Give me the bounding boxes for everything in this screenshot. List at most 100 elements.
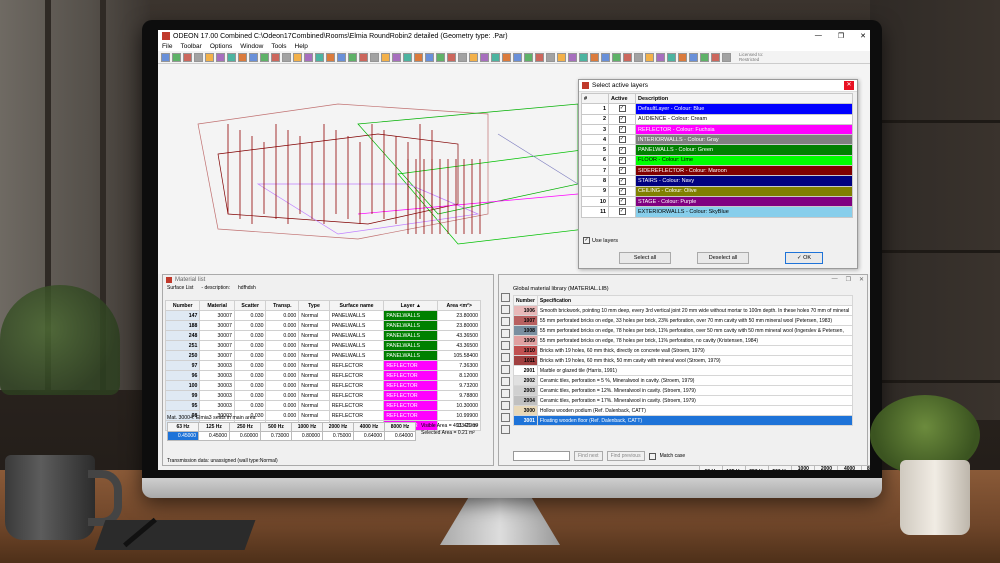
layer-active-checkbox[interactable]: ✓ [618,208,626,216]
menu-window[interactable]: Window [240,43,263,50]
absorption-value[interactable]: 0.80000 [291,431,323,441]
tool-icon[interactable] [501,425,510,434]
toolbar-tool-icon[interactable] [579,52,588,62]
toolbar-tool-icon[interactable] [337,52,346,62]
toolbar-tool-icon[interactable] [403,52,412,62]
absorption-value[interactable]: 0.45000 [167,431,199,441]
surface-row[interactable]: 250 30007 0.030 0.000 Normal PANELWALLS PANELW… [164,350,481,361]
layer-row[interactable]: 3 ✓ REFLECTOR - Colour: Fuchsia [581,123,853,136]
use-layers-option[interactable]: ✓ Use layers [583,237,618,244]
minimize-button[interactable]: — [815,32,822,40]
toolbar-tool-icon[interactable] [590,52,599,62]
toolbar-tool-icon[interactable] [183,52,192,62]
search-input[interactable] [513,451,570,461]
panel-close-icon[interactable]: ✕ [859,276,864,283]
toolbar-tool-icon[interactable] [425,52,434,62]
material-row[interactable]: 3001 Floating wooden floor (Ref. Dalenbac… [513,415,854,426]
tool-icon[interactable] [501,353,510,362]
absorption-value[interactable]: 0.45000 [198,431,230,441]
tool-icon[interactable] [501,389,510,398]
toolbar-tool-icon[interactable] [678,52,687,62]
layer-active-cell[interactable]: ✓ [608,123,636,136]
absorption-value[interactable]: 0.75000 [322,431,354,441]
toolbar-tool-icon[interactable] [359,52,368,62]
surface-row[interactable]: 100 30003 0.030 0.000 Normal REFLECTOR REFLECT… [164,380,481,391]
material-row[interactable]: 2003 Ceramic tiles, perforation = 12%. Mi… [513,385,854,396]
toolbar-tool-icon[interactable] [491,52,500,62]
layer-active-checkbox[interactable]: ✓ [618,177,626,185]
layer-active-cell[interactable]: ✓ [608,113,636,125]
toolbar-tool-icon[interactable] [645,52,654,62]
surface-col-header[interactable]: Area <m²> [437,300,481,311]
toolbar-tool-icon[interactable] [634,52,643,62]
layer-row[interactable]: 4 ✓ INTERIORWALLS - Colour: Gray [581,134,853,146]
layer-active-checkbox[interactable]: ✓ [618,105,626,113]
toolbar-tool-icon[interactable] [458,52,467,62]
tool-icon[interactable] [501,401,510,410]
layer-active-cell[interactable]: ✓ [608,195,636,208]
menu-file[interactable]: File [162,43,172,50]
layer-active-checkbox[interactable]: ✓ [618,198,626,206]
layer-active-cell[interactable]: ✓ [608,103,636,115]
layer-active-cell[interactable]: ✓ [608,175,636,187]
find-next-button[interactable]: Find next [574,451,603,461]
toolbar-tool-icon[interactable] [260,52,269,62]
tool-icon[interactable] [501,293,510,302]
panel-minimize-icon[interactable]: — [832,276,838,283]
ok-button[interactable]: ✓ OK [785,252,823,264]
surface-col-header[interactable]: Surface name [328,300,385,311]
layer-row[interactable]: 6 ✓ FLOOR - Colour: Lime [581,154,853,167]
surface-row[interactable]: 251 30007 0.030 0.000 Normal PANELWALLS PANELW… [164,340,481,351]
menu-options[interactable]: Options [210,43,232,50]
dialog-close-button[interactable]: ✕ [844,81,854,90]
toolbar-tool-icon[interactable] [469,52,478,62]
toolbar-tool-icon[interactable] [722,52,731,62]
panel-maximize-icon[interactable]: ❐ [846,276,851,283]
surface-col-header[interactable]: Type [298,300,330,311]
material-row[interactable]: 1008 55 mm perforated bricks on edge, 78 … [513,325,854,336]
material-row[interactable]: 1006 Smooth brickwork, pointing 10 mm dee… [513,305,854,316]
layer-active-checkbox[interactable]: ✓ [618,136,626,144]
material-row[interactable]: 3000 Hollow wooden podium (Ref. Dalenback… [513,405,854,416]
find-previous-button[interactable]: Find previous [606,451,645,461]
tool-icon[interactable] [501,341,510,350]
toolbar-tool-icon[interactable] [568,52,577,62]
surface-row[interactable]: 248 30007 0.030 0.000 Normal PANELWALLS PANELW… [164,330,481,341]
menu-help[interactable]: Help [295,43,308,50]
tool-icon[interactable] [501,377,510,386]
toolbar-tool-icon[interactable] [524,52,533,62]
menu-toolbar[interactable]: Toolbar [180,43,201,50]
absorption-value[interactable]: 0.64000 [353,431,385,441]
tab-surface-list[interactable]: Surface List [167,285,193,291]
toolbar-tool-icon[interactable] [172,52,181,62]
layer-active-cell[interactable]: ✓ [608,134,636,146]
layer-row[interactable]: 10 ✓ STAGE - Colour: Purple [581,195,853,208]
toolbar-tool-icon[interactable] [348,52,357,62]
toolbar-tool-icon[interactable] [414,52,423,62]
toolbar-tool-icon[interactable] [623,52,632,62]
toolbar-tool-icon[interactable] [227,52,236,62]
toolbar-tool-icon[interactable] [271,52,280,62]
surface-row[interactable]: 96 30003 0.030 0.000 Normal REFLECTOR REFLECTO… [164,370,481,381]
toolbar-tool-icon[interactable] [370,52,379,62]
toolbar-tool-icon[interactable] [711,52,720,62]
deselect-all-button[interactable]: Deselect all [697,252,749,264]
layer-active-checkbox[interactable]: ✓ [618,115,626,123]
tool-icon[interactable] [501,365,510,374]
surface-col-header[interactable]: Scatter [233,300,267,311]
layer-row[interactable]: 2 ✓ AUDIENCE - Colour: Cream [581,113,853,125]
material-row[interactable]: 2001 Marble or glazed tile (Harris, 1991) [513,365,854,376]
layer-active-cell[interactable]: ✓ [608,165,636,177]
layer-active-checkbox[interactable]: ✓ [618,167,626,175]
close-button[interactable]: ✕ [860,32,866,40]
toolbar-tool-icon[interactable] [436,52,445,62]
toolbar-tool-icon[interactable] [216,52,225,62]
toolbar-tool-icon[interactable] [502,52,511,62]
layer-active-checkbox[interactable]: ✓ [618,187,626,195]
layer-row[interactable]: 11 ✓ EXTERIORWALLS - Colour: SkyBlue [581,206,853,218]
toolbar-tool-icon[interactable] [205,52,214,62]
toolbar-tool-icon[interactable] [546,52,555,62]
layer-active-cell[interactable]: ✓ [608,144,636,156]
layer-row[interactable]: 7 ✓ SIDEREFLECTOR - Colour: Maroon [581,165,853,177]
surface-col-header[interactable]: Number [164,300,201,311]
